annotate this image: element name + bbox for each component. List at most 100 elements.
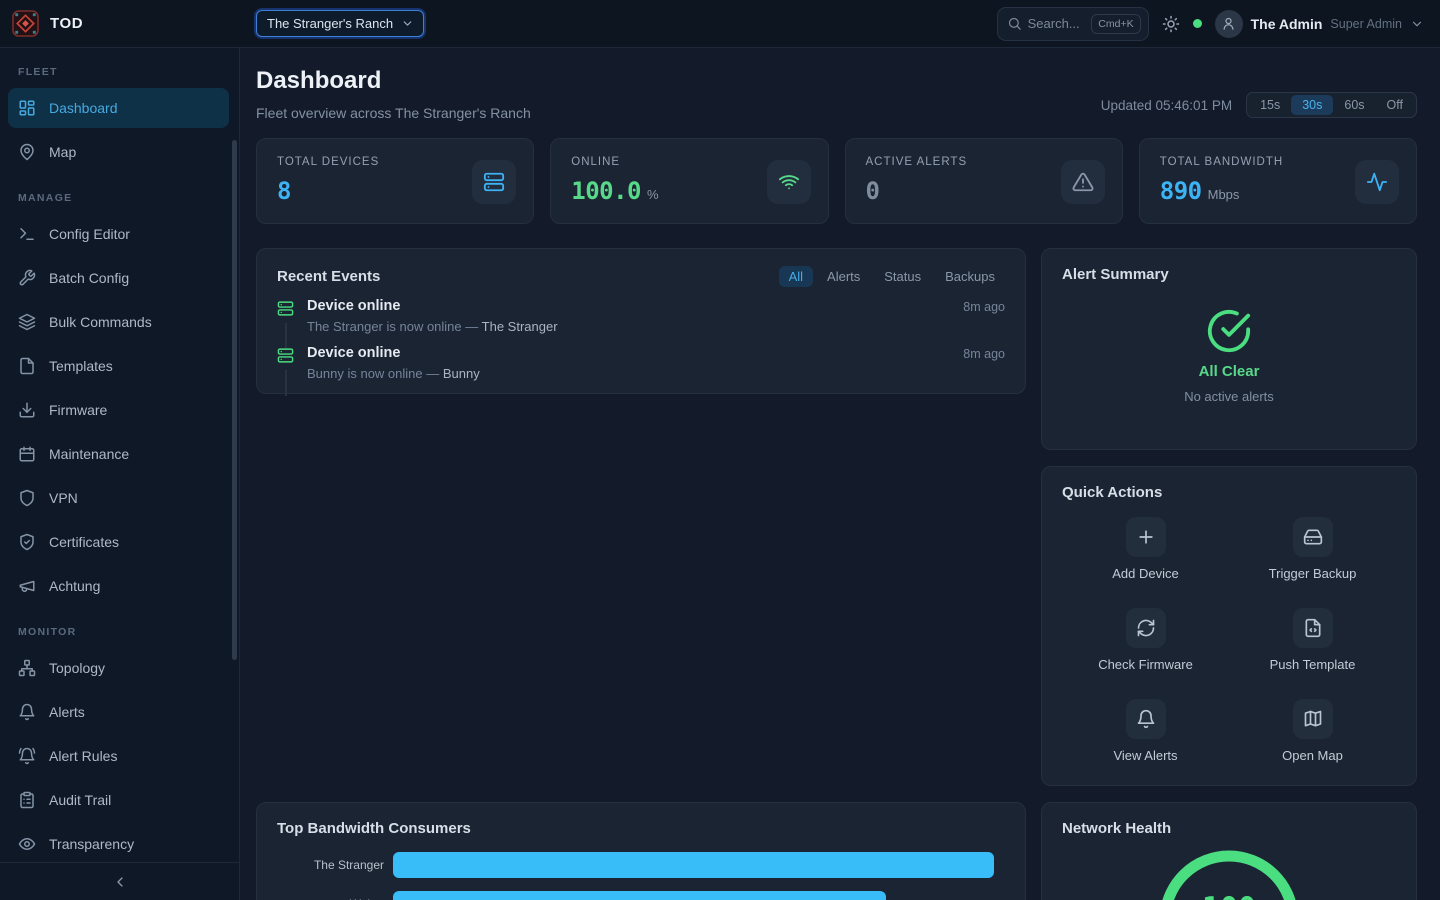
sidebar-item-label: VPN (49, 490, 78, 506)
sidebar-item-label: Audit Trail (49, 792, 111, 808)
event-description: The Stranger is now online — The Strange… (307, 319, 963, 334)
stat-value: 0 (866, 177, 880, 205)
stat-card-active-alerts: ACTIVE ALERTS 0 (845, 138, 1123, 224)
search-input[interactable] (1028, 16, 1086, 31)
bandwidth-bar (393, 891, 886, 900)
add-device-button[interactable]: Add Device (1062, 517, 1229, 581)
theme-toggle-button[interactable] (1162, 15, 1180, 33)
recent-events-title: Recent Events (277, 268, 380, 285)
bell-ring-icon (18, 747, 36, 765)
sidebar-item-bulk-commands[interactable]: Bulk Commands (8, 302, 229, 342)
check-firmware-button[interactable]: Check Firmware (1062, 608, 1229, 672)
stat-unit: Mbps (1208, 187, 1240, 202)
sidebar-item-label: Alerts (49, 704, 85, 720)
open-map-button[interactable]: Open Map (1229, 699, 1396, 763)
chevron-left-icon (112, 874, 128, 890)
stat-card-total-bandwidth: TOTAL BANDWIDTH 890 Mbps (1139, 138, 1417, 224)
event-filter-tabs: All Alerts Status Backups (779, 266, 1005, 287)
search-shortcut-badge: Cmd+K (1091, 14, 1140, 34)
shield-check-icon (18, 533, 36, 551)
sidebar-collapse-button[interactable] (0, 862, 239, 900)
download-icon (18, 401, 36, 419)
hard-drive-icon (1293, 517, 1333, 557)
fleet-selector-value: The Stranger's Ranch (267, 16, 393, 31)
stat-value: 100.0 (571, 177, 641, 205)
chevron-down-icon (401, 17, 414, 30)
bell-icon (18, 703, 36, 721)
sidebar-item-label: Firmware (49, 402, 107, 418)
sidebar-item-certificates[interactable]: Certificates (8, 522, 229, 562)
bar-category-label: The Stranger (277, 858, 393, 872)
user-menu[interactable]: The Admin Super Admin (1215, 10, 1424, 38)
sidebar-section-fleet: FLEET (8, 66, 229, 78)
stat-unit: % (647, 187, 659, 202)
activity-icon (1355, 160, 1399, 204)
sidebar-item-vpn[interactable]: VPN (8, 478, 229, 518)
tab-all[interactable]: All (779, 266, 813, 287)
map-icon (1293, 699, 1333, 739)
sidebar-item-audit-trail[interactable]: Audit Trail (8, 780, 229, 820)
timeline-connector (285, 370, 287, 396)
sidebar-scrollbar-thumb[interactable] (232, 140, 237, 660)
search-box[interactable]: Cmd+K (997, 7, 1149, 41)
map-pin-icon (18, 143, 36, 161)
sidebar-section-manage: MANAGE (8, 192, 229, 204)
sidebar-item-templates[interactable]: Templates (8, 346, 229, 386)
sidebar-item-alert-rules[interactable]: Alert Rules (8, 736, 229, 776)
tab-alerts[interactable]: Alerts (817, 266, 870, 287)
wrench-icon (18, 269, 36, 287)
tab-status[interactable]: Status (874, 266, 931, 287)
stat-card-total-devices: TOTAL DEVICES 8 (256, 138, 534, 224)
topbar: TOD The Stranger's Ranch Cmd+K (0, 0, 1440, 48)
check-circle-icon (1206, 308, 1252, 354)
clipboard-icon (18, 791, 36, 809)
refresh-option-15s[interactable]: 15s (1249, 95, 1291, 115)
user-icon (1221, 16, 1236, 31)
sidebar-item-config-editor[interactable]: Config Editor (8, 214, 229, 254)
topbar-right: Cmd+K The Admin Super Admin (997, 7, 1440, 41)
server-icon (472, 160, 516, 204)
sidebar-item-label: Alert Rules (49, 748, 117, 764)
sidebar-item-label: Transparency (49, 836, 134, 852)
connection-status-dot (1193, 19, 1202, 28)
bell-icon (1126, 699, 1166, 739)
stat-value: 8 (277, 177, 291, 205)
sidebar-item-batch-config[interactable]: Batch Config (8, 258, 229, 298)
wifi-icon (767, 160, 811, 204)
sidebar-item-map[interactable]: Map (8, 132, 229, 172)
alert-summary-panel: Alert Summary All Clear No active alerts (1041, 248, 1417, 450)
refresh-option-60s[interactable]: 60s (1333, 95, 1375, 115)
network-icon (18, 659, 36, 677)
server-icon (277, 347, 307, 364)
refresh-option-off[interactable]: Off (1376, 95, 1414, 115)
main-content: Dashboard Fleet overview across The Stra… (240, 48, 1440, 900)
sidebar-item-maintenance[interactable]: Maintenance (8, 434, 229, 474)
sidebar: FLEET Dashboard Map MANAGE Config Editor… (0, 48, 240, 900)
event-title: Device online (307, 298, 963, 314)
view-alerts-button[interactable]: View Alerts (1062, 699, 1229, 763)
sun-icon (1162, 15, 1180, 33)
refresh-option-30s[interactable]: 30s (1291, 95, 1333, 115)
layout-dashboard-icon (18, 99, 36, 117)
sidebar-item-transparency[interactable]: Transparency (8, 824, 229, 864)
megaphone-icon (18, 577, 36, 595)
push-template-button[interactable]: Push Template (1229, 608, 1396, 672)
eye-icon (18, 835, 36, 853)
shield-icon (18, 489, 36, 507)
sidebar-item-label: Bulk Commands (49, 314, 152, 330)
sidebar-item-alerts[interactable]: Alerts (8, 692, 229, 732)
sidebar-item-firmware[interactable]: Firmware (8, 390, 229, 430)
brand: TOD (0, 10, 240, 37)
tab-backups[interactable]: Backups (935, 266, 1005, 287)
server-icon (277, 300, 307, 317)
sidebar-item-dashboard[interactable]: Dashboard (8, 88, 229, 128)
page-title: Dashboard (256, 66, 531, 96)
app-title: TOD (50, 15, 83, 32)
stat-cards: TOTAL DEVICES 8 ONLINE 100.0 % A (256, 138, 1417, 224)
trigger-backup-button[interactable]: Trigger Backup (1229, 517, 1396, 581)
sidebar-item-topology[interactable]: Topology (8, 648, 229, 688)
sidebar-item-achtung[interactable]: Achtung (8, 566, 229, 606)
quick-actions-title: Quick Actions (1062, 484, 1396, 501)
fleet-selector[interactable]: The Stranger's Ranch (256, 10, 424, 37)
chevron-down-icon (1410, 17, 1424, 31)
